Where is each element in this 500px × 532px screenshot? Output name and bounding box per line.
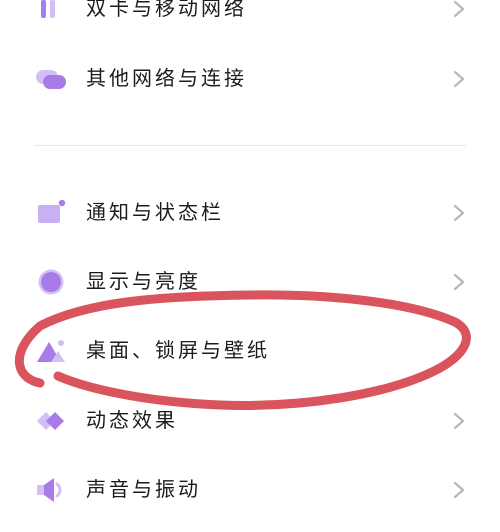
settings-item-other-networks[interactable]: 其他网络与连接 <box>0 54 500 104</box>
settings-item-label: 桌面、锁屏与壁纸 <box>86 338 270 362</box>
chevron-right-icon <box>453 481 465 499</box>
chevron-right-icon <box>453 204 465 222</box>
settings-item-label: 其他网络与连接 <box>86 66 247 90</box>
settings-screen: 双卡与移动网络 其他网络与连接 通知与状态栏 显示与亮度 桌面、锁屏与壁纸 动态… <box>0 0 500 532</box>
wallpaper-icon <box>37 340 65 362</box>
network-connection-icon <box>36 70 66 89</box>
settings-item-notifications[interactable]: 通知与状态栏 <box>0 188 500 238</box>
motion-effect-icon <box>37 412 64 430</box>
settings-item-motion-effects[interactable]: 动态效果 <box>0 396 500 446</box>
display-brightness-icon <box>38 269 64 295</box>
section-divider <box>34 145 466 146</box>
chevron-right-icon <box>453 70 465 88</box>
notification-icon <box>38 199 66 223</box>
settings-item-label: 通知与状态栏 <box>86 200 224 224</box>
sound-icon <box>37 478 62 502</box>
settings-item-dual-sim[interactable]: 双卡与移动网络 <box>0 0 500 34</box>
sim-card-icon <box>41 0 55 18</box>
chevron-right-icon <box>453 273 465 291</box>
settings-item-label: 声音与振动 <box>86 477 201 501</box>
settings-item-label: 双卡与移动网络 <box>86 0 247 20</box>
settings-item-display-brightness[interactable]: 显示与亮度 <box>0 257 500 307</box>
settings-item-desktop-lockscreen-wallpaper[interactable]: 桌面、锁屏与壁纸 <box>0 326 500 376</box>
chevron-right-icon <box>453 0 465 18</box>
settings-item-label: 显示与亮度 <box>86 269 201 293</box>
chevron-right-icon <box>453 412 465 430</box>
settings-item-label: 动态效果 <box>86 408 178 432</box>
settings-item-sound-vibration[interactable]: 声音与振动 <box>0 465 500 515</box>
